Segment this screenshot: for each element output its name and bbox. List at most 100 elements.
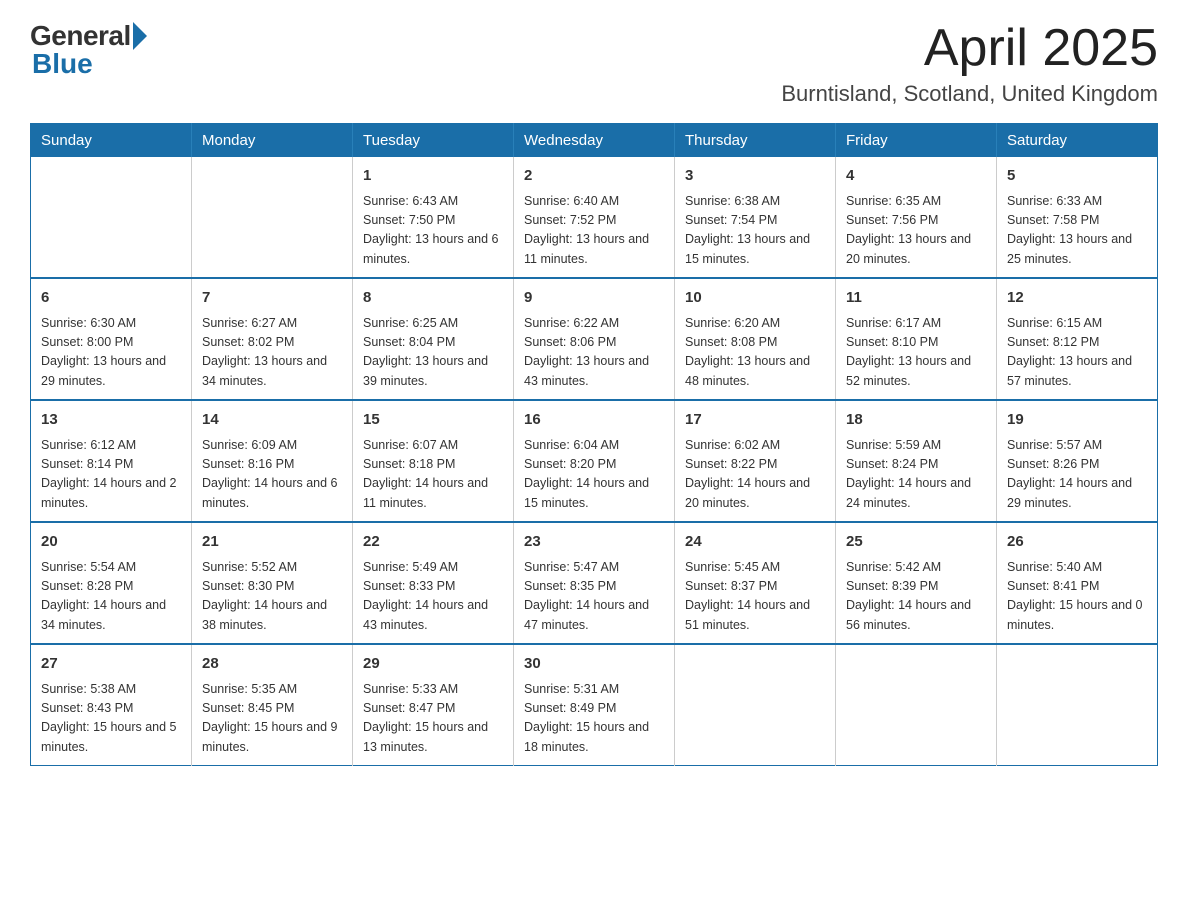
logo-blue-text: Blue [30,48,93,80]
weekday-header-tuesday: Tuesday [353,124,514,158]
day-number: 12 [1007,287,1147,310]
day-info: Sunrise: 5:31 AMSunset: 8:49 PMDaylight:… [524,680,664,758]
calendar-day-11: 11 Sunrise: 6:17 AMSunset: 8:10 PMDayligh… [836,278,997,400]
day-info: Sunrise: 6:43 AMSunset: 7:50 PMDaylight:… [363,192,503,270]
day-number: 19 [1007,409,1147,432]
calendar-empty-cell [836,644,997,766]
day-number: 24 [685,531,825,554]
calendar-empty-cell [192,157,353,278]
calendar-day-23: 23 Sunrise: 5:47 AMSunset: 8:35 PMDayligh… [514,522,675,644]
calendar-day-9: 9 Sunrise: 6:22 AMSunset: 8:06 PMDaylight… [514,278,675,400]
title-block: April 2025 Burntisland, Scotland, United… [781,20,1158,107]
day-info: Sunrise: 5:45 AMSunset: 8:37 PMDaylight:… [685,558,825,636]
calendar-day-30: 30 Sunrise: 5:31 AMSunset: 8:49 PMDayligh… [514,644,675,766]
day-info: Sunrise: 5:52 AMSunset: 8:30 PMDaylight:… [202,558,342,636]
day-number: 16 [524,409,664,432]
day-info: Sunrise: 6:40 AMSunset: 7:52 PMDaylight:… [524,192,664,270]
calendar-day-22: 22 Sunrise: 5:49 AMSunset: 8:33 PMDayligh… [353,522,514,644]
calendar-day-10: 10 Sunrise: 6:20 AMSunset: 8:08 PMDayligh… [675,278,836,400]
day-number: 9 [524,287,664,310]
calendar-empty-cell [675,644,836,766]
logo-triangle-icon [133,22,147,50]
day-number: 1 [363,165,503,188]
day-number: 3 [685,165,825,188]
day-info: Sunrise: 5:47 AMSunset: 8:35 PMDaylight:… [524,558,664,636]
day-info: Sunrise: 6:27 AMSunset: 8:02 PMDaylight:… [202,314,342,392]
day-info: Sunrise: 5:40 AMSunset: 8:41 PMDaylight:… [1007,558,1147,636]
day-number: 25 [846,531,986,554]
weekday-header-monday: Monday [192,124,353,158]
weekday-header-sunday: Sunday [31,124,192,158]
day-info: Sunrise: 6:02 AMSunset: 8:22 PMDaylight:… [685,436,825,514]
calendar-day-15: 15 Sunrise: 6:07 AMSunset: 8:18 PMDayligh… [353,400,514,522]
calendar-day-18: 18 Sunrise: 5:59 AMSunset: 8:24 PMDayligh… [836,400,997,522]
calendar-day-13: 13 Sunrise: 6:12 AMSunset: 8:14 PMDayligh… [31,400,192,522]
day-number: 4 [846,165,986,188]
calendar-week-row: 27 Sunrise: 5:38 AMSunset: 8:43 PMDayligh… [31,644,1158,766]
day-info: Sunrise: 6:20 AMSunset: 8:08 PMDaylight:… [685,314,825,392]
day-info: Sunrise: 6:09 AMSunset: 8:16 PMDaylight:… [202,436,342,514]
calendar-day-7: 7 Sunrise: 6:27 AMSunset: 8:02 PMDaylight… [192,278,353,400]
calendar-day-6: 6Sunrise: 6:30 AMSunset: 8:00 PMDaylight… [31,278,192,400]
day-info: Sunrise: 6:35 AMSunset: 7:56 PMDaylight:… [846,192,986,270]
calendar-day-8: 8 Sunrise: 6:25 AMSunset: 8:04 PMDaylight… [353,278,514,400]
day-number: 22 [363,531,503,554]
day-number: 6 [41,287,181,310]
day-info: Sunrise: 5:59 AMSunset: 8:24 PMDaylight:… [846,436,986,514]
calendar-day-26: 26 Sunrise: 5:40 AMSunset: 8:41 PMDayligh… [997,522,1158,644]
calendar-day-1: 1 Sunrise: 6:43 AMSunset: 7:50 PMDaylight… [353,157,514,278]
day-number: 23 [524,531,664,554]
day-number: 14 [202,409,342,432]
day-info: Sunrise: 6:25 AMSunset: 8:04 PMDaylight:… [363,314,503,392]
day-number: 5 [1007,165,1147,188]
calendar-day-28: 28Sunrise: 5:35 AMSunset: 8:45 PMDayligh… [192,644,353,766]
calendar-week-row: 13 Sunrise: 6:12 AMSunset: 8:14 PMDayligh… [31,400,1158,522]
day-number: 21 [202,531,342,554]
day-number: 30 [524,653,664,676]
day-number: 11 [846,287,986,310]
calendar-week-row: 20 Sunrise: 5:54 AMSunset: 8:28 PMDayligh… [31,522,1158,644]
day-number: 15 [363,409,503,432]
day-number: 2 [524,165,664,188]
page-subtitle: Burntisland, Scotland, United Kingdom [781,81,1158,107]
calendar-day-21: 21 Sunrise: 5:52 AMSunset: 8:30 PMDayligh… [192,522,353,644]
day-info: Sunrise: 6:12 AMSunset: 8:14 PMDaylight:… [41,436,181,514]
day-info: Sunrise: 6:04 AMSunset: 8:20 PMDaylight:… [524,436,664,514]
day-info: Sunrise: 6:38 AMSunset: 7:54 PMDaylight:… [685,192,825,270]
page-title: April 2025 [781,20,1158,77]
calendar-day-17: 17 Sunrise: 6:02 AMSunset: 8:22 PMDayligh… [675,400,836,522]
calendar-day-14: 14 Sunrise: 6:09 AMSunset: 8:16 PMDayligh… [192,400,353,522]
day-number: 13 [41,409,181,432]
weekday-header-thursday: Thursday [675,124,836,158]
day-info: Sunrise: 5:54 AMSunset: 8:28 PMDaylight:… [41,558,181,636]
page-header: General Blue April 2025 Burntisland, Sco… [30,20,1158,107]
calendar-day-16: 16 Sunrise: 6:04 AMSunset: 8:20 PMDayligh… [514,400,675,522]
day-info: Sunrise: 5:57 AMSunset: 8:26 PMDaylight:… [1007,436,1147,514]
day-info: Sunrise: 5:49 AMSunset: 8:33 PMDaylight:… [363,558,503,636]
calendar-day-4: 4 Sunrise: 6:35 AMSunset: 7:56 PMDaylight… [836,157,997,278]
day-number: 10 [685,287,825,310]
logo: General Blue [30,20,147,80]
day-number: 28 [202,653,342,676]
weekday-header-saturday: Saturday [997,124,1158,158]
calendar-day-24: 24 Sunrise: 5:45 AMSunset: 8:37 PMDayligh… [675,522,836,644]
calendar-header-row: SundayMondayTuesdayWednesdayThursdayFrid… [31,124,1158,158]
calendar-day-19: 19 Sunrise: 5:57 AMSunset: 8:26 PMDayligh… [997,400,1158,522]
day-number: 17 [685,409,825,432]
day-number: 7 [202,287,342,310]
day-number: 8 [363,287,503,310]
calendar-day-3: 3 Sunrise: 6:38 AMSunset: 7:54 PMDaylight… [675,157,836,278]
day-info: Sunrise: 5:38 AMSunset: 8:43 PMDaylight:… [41,680,181,758]
day-info: Sunrise: 6:15 AMSunset: 8:12 PMDaylight:… [1007,314,1147,392]
calendar-week-row: 1 Sunrise: 6:43 AMSunset: 7:50 PMDaylight… [31,157,1158,278]
day-number: 26 [1007,531,1147,554]
calendar-day-20: 20 Sunrise: 5:54 AMSunset: 8:28 PMDayligh… [31,522,192,644]
day-info: Sunrise: 6:17 AMSunset: 8:10 PMDaylight:… [846,314,986,392]
calendar-day-2: 2 Sunrise: 6:40 AMSunset: 7:52 PMDaylight… [514,157,675,278]
day-number: 18 [846,409,986,432]
day-number: 27 [41,653,181,676]
calendar-day-29: 29Sunrise: 5:33 AMSunset: 8:47 PMDayligh… [353,644,514,766]
day-info: Sunrise: 6:07 AMSunset: 8:18 PMDaylight:… [363,436,503,514]
day-info: Sunrise: 6:22 AMSunset: 8:06 PMDaylight:… [524,314,664,392]
day-number: 20 [41,531,181,554]
